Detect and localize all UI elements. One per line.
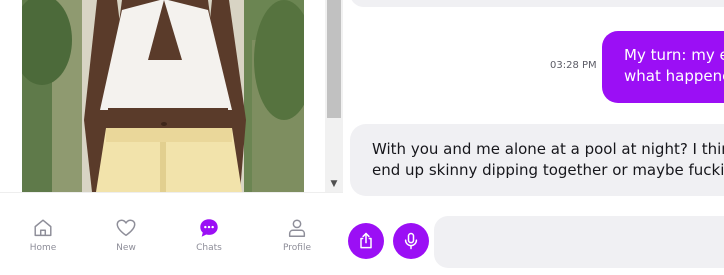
voice-message-button[interactable] (393, 223, 429, 259)
scroll-down-arrow-icon[interactable]: ▼ (325, 176, 343, 192)
nav-label-home: Home (29, 243, 57, 253)
message-line: My turn: my e (624, 46, 724, 64)
nav-label-new: New (116, 243, 136, 253)
microphone-icon (404, 232, 418, 250)
nav-label-chats: Chats (196, 243, 222, 253)
bottom-navigation: Home New Chats Profile (0, 192, 343, 275)
previous-message-bubble (350, 0, 724, 7)
nav-item-home[interactable]: Home (13, 217, 73, 257)
heart-icon (116, 219, 136, 237)
share-upload-icon (360, 232, 372, 249)
message-line: end up skinny dipping together or maybe … (372, 161, 724, 179)
nav-item-chats[interactable]: Chats (179, 217, 239, 257)
nav-label-profile: Profile (283, 243, 311, 253)
message-timestamp: 03:28 PM (550, 60, 597, 71)
share-button[interactable] (348, 223, 384, 259)
chat-bubble-icon (200, 219, 218, 237)
scrollbar[interactable]: ▼ (325, 0, 343, 192)
person-icon (288, 219, 306, 237)
incoming-message-bubble[interactable]: With you and me alone at a pool at night… (350, 124, 724, 196)
message-input[interactable] (434, 216, 724, 268)
nav-item-profile[interactable]: Profile (267, 217, 327, 257)
profile-photo[interactable] (22, 0, 304, 192)
profile-photo-area (0, 0, 325, 192)
message-line: With you and me alone at a pool at night… (372, 140, 724, 158)
outgoing-message-bubble[interactable]: My turn: my e what happene (602, 31, 724, 103)
message-line: what happene (624, 67, 724, 85)
profile-pane: ▼ Home New Chats Profile (0, 0, 343, 275)
home-icon (34, 219, 52, 237)
scrollbar-thumb[interactable] (327, 0, 341, 118)
chat-pane: 03:28 PM My turn: my e what happene With… (344, 0, 724, 275)
nav-item-new[interactable]: New (96, 217, 156, 257)
